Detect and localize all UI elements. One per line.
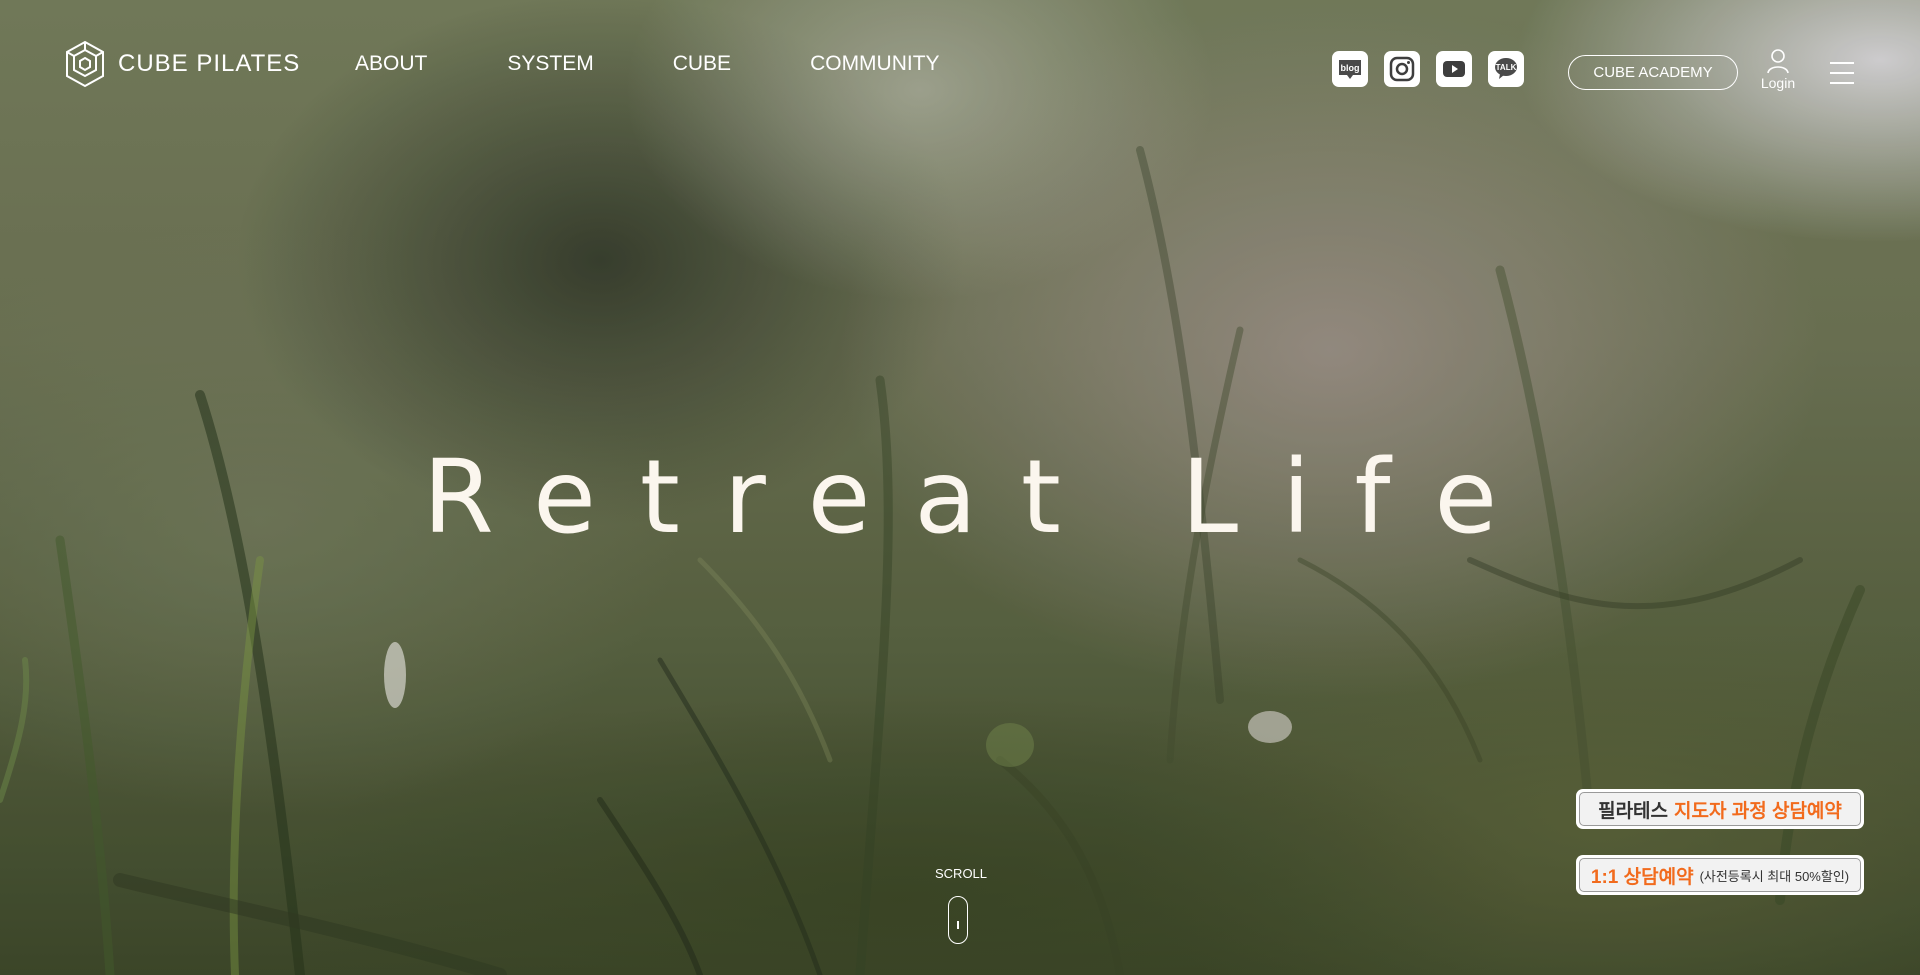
cube-logo-icon (66, 40, 104, 88)
user-icon (1767, 49, 1789, 74)
instructor-course-prefix: 필라테스 (1598, 800, 1669, 822)
one-on-one-consult-button[interactable]: 1:1 상담예약 (사전등록시 최대 50%할인) (1576, 855, 1864, 895)
cube-academy-button[interactable]: CUBE ACADEMY (1568, 55, 1738, 90)
blog-icon-label: blog (1341, 63, 1360, 73)
hamburger-menu-icon[interactable] (1830, 62, 1854, 84)
instructor-course-highlight: 지도자 과정 상담예약 (1674, 800, 1842, 822)
nav-item-about[interactable]: ABOUT (355, 52, 427, 76)
login-link[interactable]: Login (1758, 48, 1798, 91)
blog-icon[interactable]: blog (1332, 51, 1368, 87)
one-on-one-consult-label: 1:1 상담예약 (사전등록시 최대 50%할인) (1579, 858, 1861, 892)
nav-item-cube[interactable]: CUBE (673, 52, 731, 76)
one-on-one-consult-note: (사전등록시 최대 50%할인) (1699, 868, 1850, 884)
social-links: blog TALK (1332, 51, 1524, 87)
scroll-indicator-dot (957, 921, 959, 929)
nav-item-system[interactable]: SYSTEM (507, 52, 593, 76)
instructor-course-consult-label: 필라테스 지도자 과정 상담예약 (1579, 792, 1861, 826)
main-nav: ABOUT SYSTEM CUBE COMMUNITY (355, 52, 1019, 76)
hero-title: Retreat Life (422, 438, 1542, 557)
one-on-one-consult-highlight: 1:1 상담예약 (1590, 866, 1694, 888)
instagram-icon[interactable] (1384, 51, 1420, 87)
scroll-indicator-icon[interactable] (948, 896, 968, 944)
scroll-label: SCROLL (935, 866, 988, 881)
login-label: Login (1760, 75, 1796, 91)
instructor-course-consult-button[interactable]: 필라테스 지도자 과정 상담예약 (1576, 789, 1864, 829)
kakaotalk-icon-label: TALK (1496, 63, 1517, 72)
brand-logo[interactable]: CUBE PILATES (64, 40, 300, 88)
brand-name: CUBE PILATES (118, 50, 301, 77)
youtube-icon[interactable] (1436, 51, 1472, 87)
nav-item-community[interactable]: COMMUNITY (810, 52, 940, 76)
kakaotalk-icon[interactable]: TALK (1488, 51, 1524, 87)
